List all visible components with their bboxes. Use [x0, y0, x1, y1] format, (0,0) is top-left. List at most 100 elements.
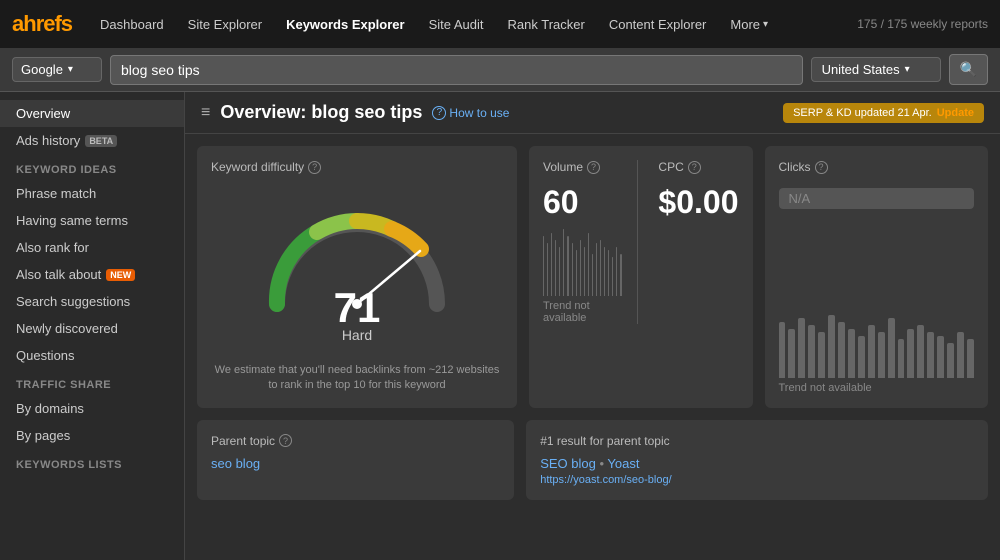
sidebar-item-having-same-terms[interactable]: Having same terms [0, 207, 184, 234]
trend-bar [580, 240, 581, 296]
main-content: ≡ Overview: blog seo tips ? How to use S… [185, 92, 1000, 560]
trend-bar [917, 325, 924, 378]
result-site: SEO blog • Yoast [540, 456, 974, 471]
trend-bar [937, 336, 944, 378]
sidebar-item-overview[interactable]: Overview [0, 100, 184, 127]
clicks-info-icon[interactable]: ? [815, 161, 828, 174]
trend-bar [555, 240, 556, 296]
nav-rank-tracker[interactable]: Rank Tracker [498, 11, 595, 38]
trend-bar [608, 250, 609, 296]
trend-bar [848, 329, 855, 378]
nav-content-explorer[interactable]: Content Explorer [599, 11, 717, 38]
sidebar-item-newly-discovered[interactable]: Newly discovered [0, 315, 184, 342]
search-bar: Google ▾ United States ▾ 🔍 [0, 48, 1000, 92]
volume-info-icon[interactable]: ? [587, 161, 600, 174]
clicks-title: Clicks ? [779, 160, 975, 174]
volume-trend-label: Trend not available [543, 300, 621, 324]
parent-topic-card: Parent topic ? seo blog [197, 420, 514, 500]
nav-items: Dashboard Site Explorer Keywords Explore… [90, 11, 857, 38]
sidebar-item-search-suggestions[interactable]: Search suggestions [0, 288, 184, 315]
sidebar-item-questions[interactable]: Questions [0, 342, 184, 369]
main-layout: Overview Ads history BETA Keyword ideas … [0, 92, 1000, 560]
nav-site-audit[interactable]: Site Audit [419, 11, 494, 38]
trend-bar [907, 329, 914, 378]
question-icon: ? [432, 106, 446, 120]
sidebar-item-by-pages[interactable]: By pages [0, 422, 184, 449]
volume-cpc-card: Volume ? 60 Trend not available CPC ? $0… [529, 146, 753, 408]
cpc-section: CPC ? $0.00 [658, 160, 738, 324]
chevron-down-icon: ▾ [763, 19, 768, 30]
parent-topic-title: Parent topic ? [211, 434, 500, 448]
result-url[interactable]: https://yoast.com/seo-blog/ [540, 474, 974, 486]
new-badge: NEW [106, 269, 135, 281]
page-title: Overview: blog seo tips [220, 102, 422, 123]
sidebar-item-ads-history[interactable]: Ads history BETA [0, 127, 184, 154]
trend-bar [947, 343, 954, 378]
update-link[interactable]: Update [937, 107, 974, 119]
cpc-title: CPC ? [658, 160, 738, 174]
parent-topic-info-icon[interactable]: ? [279, 434, 292, 447]
trend-bar [620, 254, 621, 296]
bottom-section: Parent topic ? seo blog #1 result for pa… [185, 420, 1000, 512]
parent-topic-value[interactable]: seo blog [211, 456, 500, 471]
sidebar-item-also-talk-about[interactable]: Also talk about NEW [0, 261, 184, 288]
country-label: United States [822, 62, 900, 77]
sidebar-item-by-domains[interactable]: By domains [0, 395, 184, 422]
logo[interactable]: ahrefs [12, 11, 72, 37]
trend-bar [559, 247, 560, 296]
trend-bar [572, 243, 573, 296]
metrics-row: Keyword difficulty ? [185, 134, 1000, 420]
clicks-na: N/A [779, 188, 975, 209]
kd-value: 71 [334, 284, 381, 332]
page-header: ≡ Overview: blog seo tips ? How to use S… [185, 92, 1000, 134]
cpc-info-icon[interactable]: ? [688, 161, 701, 174]
nav-more[interactable]: More ▾ [720, 11, 778, 38]
keyword-difficulty-card: Keyword difficulty ? [197, 146, 517, 408]
result-title: #1 result for parent topic [540, 434, 974, 448]
search-button[interactable]: 🔍 [949, 54, 988, 85]
weekly-reports: 175 / 175 weekly reports [857, 17, 988, 31]
trend-bar [858, 336, 865, 378]
search-input[interactable] [110, 55, 803, 85]
trend-bar [588, 233, 589, 296]
clicks-trend-chart [779, 225, 975, 378]
number-one-result-card: #1 result for parent topic SEO blog • Yo… [526, 420, 988, 500]
nav-site-explorer[interactable]: Site Explorer [178, 11, 272, 38]
trend-bar [957, 332, 964, 378]
country-select[interactable]: United States ▾ [811, 57, 941, 82]
hamburger-icon[interactable]: ≡ [201, 104, 210, 122]
trend-bar [878, 332, 885, 378]
chevron-down-icon: ▾ [68, 64, 73, 75]
how-to-use-link[interactable]: ? How to use [432, 106, 509, 120]
nav-keywords-explorer[interactable]: Keywords Explorer [276, 11, 415, 38]
result-site-name[interactable]: SEO blog [540, 456, 596, 471]
logo-hrefs: hrefs [23, 11, 72, 36]
volume-section: Volume ? 60 Trend not available [543, 160, 638, 324]
volume-trend-chart [543, 229, 621, 296]
nav-dashboard[interactable]: Dashboard [90, 11, 174, 38]
sidebar: Overview Ads history BETA Keyword ideas … [0, 92, 185, 560]
sidebar-item-also-rank-for[interactable]: Also rank for [0, 234, 184, 261]
trend-bar [967, 339, 974, 378]
trend-bar [604, 247, 605, 296]
trend-bar [600, 240, 601, 296]
trend-bar [612, 257, 613, 296]
trend-bar [868, 325, 875, 378]
serp-badge: SERP & KD updated 21 Apr. Update [783, 103, 984, 123]
trend-bar [543, 236, 544, 296]
result-author[interactable]: Yoast [607, 456, 639, 471]
trend-bar [576, 250, 577, 296]
trend-bar [616, 247, 617, 296]
trend-bar [592, 254, 593, 296]
kd-note: We estimate that you'll need backlinks f… [211, 363, 503, 394]
ads-history-badge: BETA [85, 135, 117, 147]
trend-bar [563, 229, 564, 296]
volume-title: Volume ? [543, 160, 621, 174]
kd-card-title: Keyword difficulty ? [211, 160, 503, 174]
engine-label: Google [21, 62, 63, 77]
trend-bar [596, 243, 597, 296]
engine-select[interactable]: Google ▾ [12, 57, 102, 82]
sidebar-item-phrase-match[interactable]: Phrase match [0, 180, 184, 207]
kd-info-icon[interactable]: ? [308, 161, 321, 174]
clicks-trend-label: Trend not available [779, 382, 975, 394]
